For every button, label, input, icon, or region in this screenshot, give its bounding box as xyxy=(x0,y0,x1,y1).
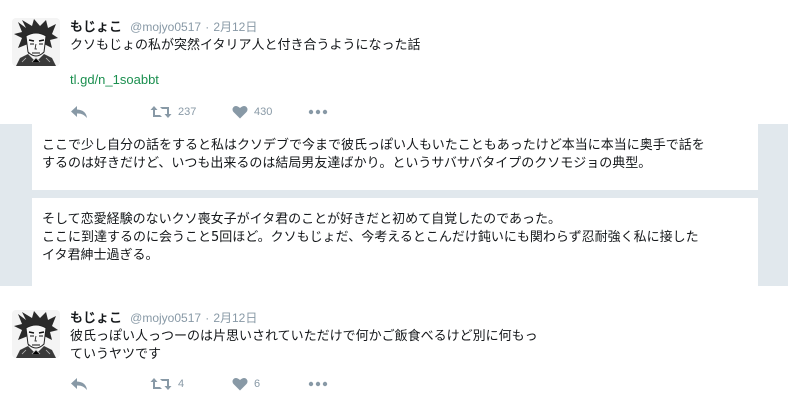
tweet-text: 彼氏っぽい人っつーのは片思いされていただけで何かご飯食べるけど別に何もっ ていう… xyxy=(70,328,570,364)
tweet-date[interactable]: 2月12日 xyxy=(213,20,257,34)
retweet-button[interactable]: 237 xyxy=(150,102,196,122)
panel-divider xyxy=(0,190,788,198)
like-icon xyxy=(232,377,248,391)
tweet-header: もじょこ @mojyo0517 · 2月12日 xyxy=(70,19,257,36)
panel-line: そして恋愛経験のないクソ喪女子がイタ君のことが好きだと初めて自覚したのであった。 xyxy=(42,212,561,227)
like-count: 430 xyxy=(254,106,273,118)
like-count: 6 xyxy=(254,378,261,390)
side-band-left xyxy=(0,124,32,286)
tweet-actions: 237 430 xyxy=(70,102,350,122)
like-button[interactable]: 6 xyxy=(232,374,260,394)
panel-line: ここに到達するのに会うこと5回ほど。クソもじょだ、今考えるとこんだけ鈍いにも関わ… xyxy=(42,230,699,245)
tweet-1: もじょこ @mojyo0517 · 2月12日 クソもじょの私が突然イタリア人と… xyxy=(0,0,788,124)
separator: · xyxy=(205,311,210,325)
avatar-illustration xyxy=(12,18,60,66)
panel-line: ここで少し自分の話をすると私はクソデブで今まで彼氏っぽい人もいたこともあったけど… xyxy=(42,138,705,153)
tweet-link[interactable]: tl.gd/n_1soabbt xyxy=(70,71,159,89)
retweet-icon xyxy=(150,106,172,118)
more-button[interactable] xyxy=(308,102,328,122)
reply-button[interactable] xyxy=(70,102,88,122)
tweet-text-line: ていうヤツです xyxy=(70,347,162,362)
author-handle[interactable]: @mojyo0517 xyxy=(130,20,201,34)
more-icon xyxy=(308,109,328,115)
retweet-button[interactable]: 4 xyxy=(150,374,184,394)
tweet-actions: 4 6 xyxy=(70,374,350,394)
tweet-2: もじょこ @mojyo0517 · 2月12日 彼氏っぽい人っつーのは片思いされ… xyxy=(0,286,788,406)
author-name[interactable]: もじょこ xyxy=(70,20,122,35)
text-panel-1: ここで少し自分の話をすると私はクソデブで今まで彼氏っぽい人もいたこともあったけど… xyxy=(32,124,758,190)
separator: · xyxy=(205,20,210,34)
retweet-count: 4 xyxy=(178,378,185,390)
like-button[interactable]: 430 xyxy=(232,102,272,122)
avatar[interactable] xyxy=(12,18,60,66)
tweet-date[interactable]: 2月12日 xyxy=(213,311,257,325)
author-handle[interactable]: @mojyo0517 xyxy=(130,311,201,325)
like-icon xyxy=(232,105,248,119)
more-icon xyxy=(308,381,328,387)
retweet-count: 237 xyxy=(178,106,197,118)
avatar[interactable] xyxy=(12,310,60,358)
panel-line: イタ君紳士過ぎる。 xyxy=(42,248,159,263)
more-button[interactable] xyxy=(308,374,328,394)
reply-button[interactable] xyxy=(70,374,88,394)
reply-icon xyxy=(71,378,87,390)
author-name[interactable]: もじょこ xyxy=(70,311,122,326)
text-panel-2: そして恋愛経験のないクソ喪女子がイタ君のことが好きだと初めて自覚したのであった。… xyxy=(32,198,758,286)
tweet-text-line: 彼氏っぽい人っつーのは片思いされていただけで何かご飯食べるけど別に何もっ xyxy=(70,329,538,344)
retweet-icon xyxy=(150,378,172,390)
reply-icon xyxy=(71,106,87,118)
tweet-text: クソもじょの私が突然イタリア人と付き合うようになった話 xyxy=(70,38,421,53)
side-band-right xyxy=(758,124,788,286)
tweet-header: もじょこ @mojyo0517 · 2月12日 xyxy=(70,310,257,327)
panel-line: するのは好きだけど、いつも出来るのは結局男友達ばかり。というサバサバタイプのクソ… xyxy=(42,156,652,171)
avatar-illustration xyxy=(12,310,60,358)
